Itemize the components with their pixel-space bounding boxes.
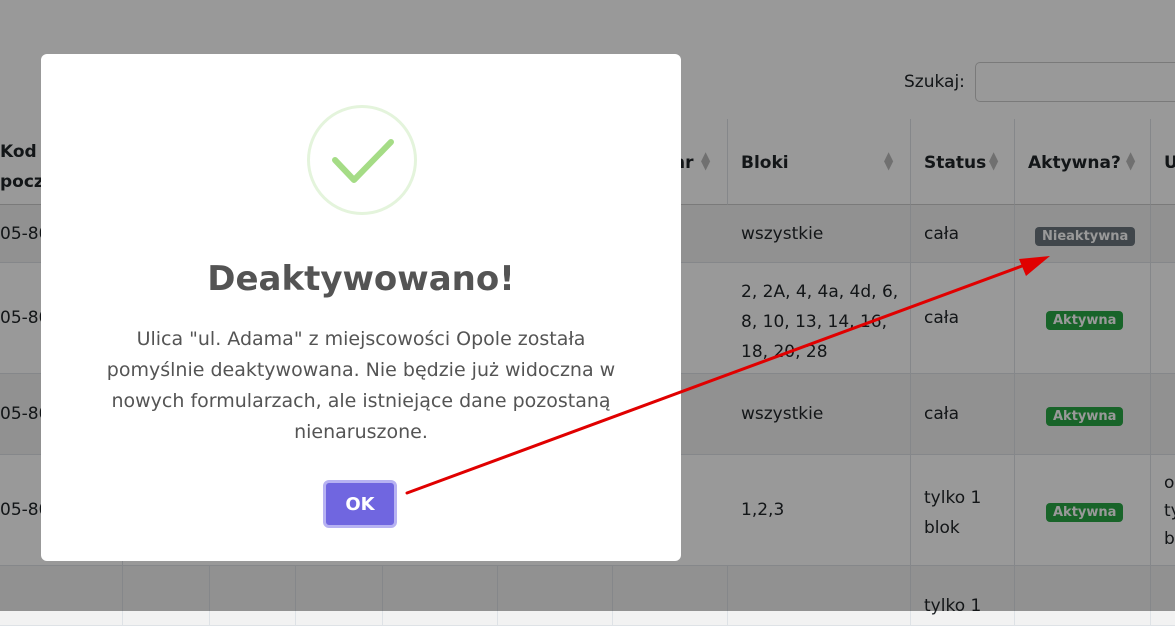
dialog-title: Deaktywowano! <box>207 259 515 299</box>
checkmark-icon <box>307 105 417 215</box>
success-dialog: Deaktywowano! Ulica "ul. Adama" z miejsc… <box>41 54 681 561</box>
ok-button[interactable]: OK <box>323 480 397 528</box>
dialog-message: Ulica "ul. Adama" z miejscowości Opole z… <box>106 328 616 443</box>
